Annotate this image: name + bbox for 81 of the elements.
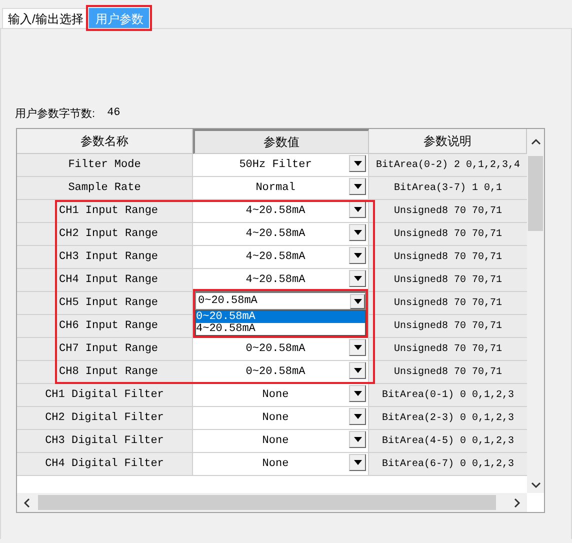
- caret-icon: [354, 230, 362, 235]
- parameter-name: CH4 Digital Filter: [17, 453, 193, 475]
- dropdown-option[interactable]: 4~20.58mA: [196, 323, 365, 335]
- parameter-description: Unsigned8 70 70,71: [369, 269, 527, 291]
- caret-icon: [354, 368, 362, 373]
- caret-icon: [354, 207, 362, 212]
- parameter-name: CH3 Input Range: [17, 246, 193, 268]
- parameter-value[interactable]: 4~20.58mA: [246, 274, 316, 286]
- caret-icon: [354, 345, 362, 350]
- scroll-right-icon[interactable]: [514, 498, 521, 508]
- parameter-value[interactable]: 4~20.58mA: [246, 205, 316, 217]
- parameter-value[interactable]: Normal: [256, 182, 306, 194]
- parameter-value[interactable]: 0~20.58mA: [246, 366, 316, 378]
- dropdown-arrow-button[interactable]: [349, 201, 366, 218]
- column-header[interactable]: 参数说明: [369, 129, 527, 154]
- dropdown-arrow-button[interactable]: [349, 224, 366, 241]
- dropdown-arrow-button[interactable]: [349, 362, 366, 379]
- caret-icon: [354, 276, 362, 281]
- dropdown-arrow-button[interactable]: [349, 385, 366, 402]
- parameter-description: Unsigned8 70 70,71: [369, 338, 527, 360]
- parameter-name: CH2 Digital Filter: [17, 407, 193, 429]
- parameter-name: CH4 Input Range: [17, 269, 193, 291]
- dropdown-arrow-button[interactable]: [349, 408, 366, 425]
- parameter-value[interactable]: None: [262, 435, 299, 447]
- parameter-name: Sample Rate: [17, 177, 193, 199]
- horizontal-scrollbar[interactable]: [17, 493, 527, 512]
- parameter-description: Unsigned8 70 70,71: [369, 361, 527, 383]
- parameter-description: Unsigned8 70 70,71: [369, 292, 527, 314]
- parameter-description: BitArea(4-5) 0 0,1,2,3: [369, 430, 527, 452]
- parameter-name: CH1 Digital Filter: [17, 384, 193, 406]
- caret-icon: [354, 298, 362, 304]
- parameter-description: Unsigned8 70 70,71: [369, 246, 527, 268]
- parameter-value[interactable]: None: [262, 412, 299, 424]
- parameter-description: Unsigned8 70 70,71: [369, 315, 527, 337]
- vertical-scrollbar[interactable]: [527, 154, 544, 493]
- parameter-name: CH5 Input Range: [17, 292, 193, 314]
- parameter-value[interactable]: 4~20.58mA: [246, 251, 316, 263]
- caret-icon: [354, 253, 362, 258]
- tab[interactable]: 输入/输出选择: [2, 8, 90, 28]
- parameter-name: Filter Mode: [17, 154, 193, 176]
- caret-icon: [354, 184, 362, 189]
- dropdown-arrow-button[interactable]: [349, 339, 366, 356]
- parameter-name: CH6 Input Range: [17, 315, 193, 337]
- parameter-value[interactable]: 50Hz Filter: [239, 159, 322, 171]
- parameter-name: CH7 Input Range: [17, 338, 193, 360]
- parameter-description: BitArea(0-1) 0 0,1,2,3: [369, 384, 527, 406]
- parameter-name: CH2 Input Range: [17, 223, 193, 245]
- byte-count-value: 46: [107, 107, 120, 119]
- scroll-down-icon[interactable]: [531, 482, 541, 489]
- parameter-description: BitArea(2-3) 0 0,1,2,3: [369, 407, 527, 429]
- column-header[interactable]: 参数值: [193, 129, 369, 154]
- parameter-description: Unsigned8 70 70,71: [369, 223, 527, 245]
- column-header[interactable]: 参数名称: [17, 129, 193, 154]
- parameter-description: BitArea(0-2) 2 0,1,2,3,4: [369, 154, 527, 176]
- parameter-value[interactable]: None: [262, 458, 299, 470]
- parameter-description: BitArea(6-7) 0 0,1,2,3: [369, 453, 527, 475]
- parameter-name: CH8 Input Range: [17, 361, 193, 383]
- dropdown-arrow-button[interactable]: [349, 431, 366, 448]
- dropdown-arrow-button[interactable]: [349, 178, 366, 195]
- parameter-value[interactable]: 0~20.58mA: [246, 343, 316, 355]
- parameter-description: BitArea(3-7) 1 0,1: [369, 177, 527, 199]
- dropdown-arrow-button[interactable]: [349, 155, 366, 172]
- byte-count-label: 用户参数字节数:: [15, 106, 96, 120]
- scrollbar-thumb[interactable]: [38, 495, 496, 510]
- parameter-value[interactable]: 4~20.58mA: [246, 228, 316, 240]
- dropdown-arrow-button[interactable]: [349, 270, 366, 287]
- dropdown-option[interactable]: 0~20.58mA: [196, 311, 365, 323]
- caret-icon: [354, 460, 362, 465]
- parameter-description: Unsigned8 70 70,71: [369, 200, 527, 222]
- dropdown-arrow-button[interactable]: [349, 247, 366, 264]
- caret-icon: [354, 161, 362, 166]
- caret-icon: [354, 391, 362, 396]
- caret-icon: [354, 437, 362, 442]
- scroll-left-icon[interactable]: [23, 498, 30, 508]
- parameter-value[interactable]: None: [262, 389, 299, 401]
- scroll-up-icon[interactable]: [530, 138, 540, 145]
- caret-icon: [354, 414, 362, 419]
- dropdown-arrow-button[interactable]: [349, 454, 366, 471]
- parameter-name: CH3 Digital Filter: [17, 430, 193, 452]
- scrollbar-thumb[interactable]: [528, 156, 543, 231]
- parameter-name: CH1 Input Range: [17, 200, 193, 222]
